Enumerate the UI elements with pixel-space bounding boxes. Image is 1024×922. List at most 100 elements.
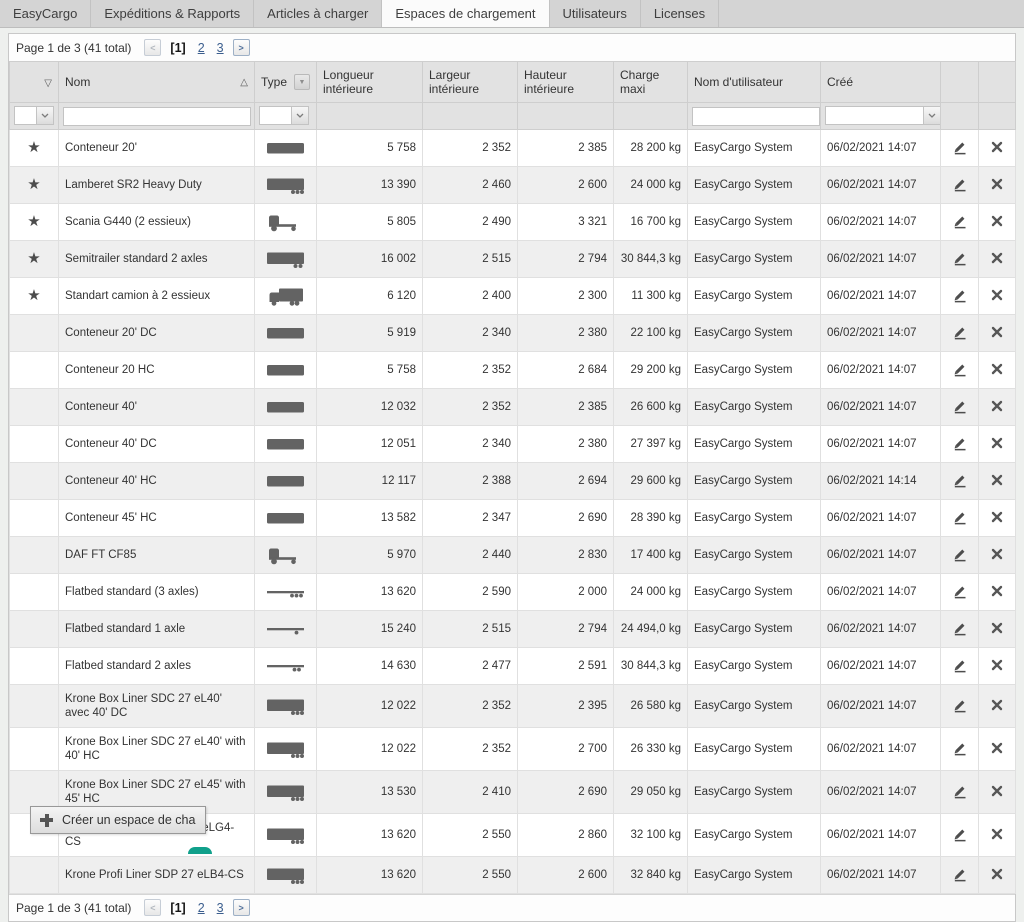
favorite-cell[interactable]	[10, 499, 59, 536]
page-link-2[interactable]: 2	[198, 901, 205, 915]
delete-row-button[interactable]	[987, 509, 1007, 525]
edit-row-button[interactable]	[948, 864, 972, 884]
delete-row-button[interactable]	[987, 287, 1007, 303]
column-header-length[interactable]: Longueur intérieure	[317, 62, 423, 103]
name-filter-input[interactable]	[63, 107, 251, 126]
favorite-cell[interactable]	[10, 610, 59, 647]
tab-easycargo[interactable]: EasyCargo	[0, 0, 91, 27]
edit-row-button[interactable]	[948, 618, 972, 638]
favorites-filter-combo[interactable]	[14, 106, 54, 125]
favorite-cell[interactable]	[10, 351, 59, 388]
favorite-cell[interactable]	[10, 573, 59, 610]
favorite-cell[interactable]	[10, 425, 59, 462]
edit-row-button[interactable]	[948, 359, 972, 379]
edit-row-button[interactable]	[948, 322, 972, 342]
tab-espaces-de-chargement[interactable]: Espaces de chargement	[382, 0, 549, 27]
edit-row-button[interactable]	[948, 581, 972, 601]
height-cell: 2 684	[518, 351, 614, 388]
delete-row-button[interactable]	[987, 657, 1007, 673]
edit-row-button[interactable]	[948, 470, 972, 490]
favorite-cell[interactable]	[10, 314, 59, 351]
favorites-column-header[interactable]: ▽	[10, 62, 59, 103]
page-link-2[interactable]: 2	[198, 41, 205, 55]
edit-row-button[interactable]	[948, 285, 972, 305]
edit-row-button[interactable]	[948, 396, 972, 416]
favorite-cell[interactable]: ★	[10, 203, 59, 240]
delete-row-button[interactable]	[987, 697, 1007, 713]
delete-row-button[interactable]	[987, 583, 1007, 599]
edit-row-button[interactable]	[948, 781, 972, 801]
delete-row-button[interactable]	[987, 324, 1007, 340]
delete-row-button[interactable]	[987, 435, 1007, 451]
favorite-cell[interactable]	[10, 536, 59, 573]
delete-row-button[interactable]	[987, 398, 1007, 414]
delete-row-button[interactable]	[987, 176, 1007, 192]
column-header-max-load[interactable]: Charge maxi	[614, 62, 688, 103]
page-link-3[interactable]: 3	[217, 901, 224, 915]
next-page-button[interactable]: >	[233, 39, 250, 56]
favorite-cell[interactable]: ★	[10, 129, 59, 166]
favorite-cell[interactable]	[10, 462, 59, 499]
delete-row-button[interactable]	[987, 472, 1007, 488]
delete-row-button[interactable]	[987, 213, 1007, 229]
next-page-button[interactable]: >	[233, 899, 250, 916]
edit-row-button[interactable]	[948, 211, 972, 231]
edit-row-button[interactable]	[948, 655, 972, 675]
edit-row-button[interactable]	[948, 695, 972, 715]
max-load-cell: 29 600 kg	[614, 462, 688, 499]
delete-row-button[interactable]	[987, 620, 1007, 636]
column-header-type[interactable]: Type ▼	[255, 62, 317, 103]
column-header-width[interactable]: Largeur intérieure	[423, 62, 518, 103]
type-filter-combo[interactable]	[259, 106, 309, 125]
favorite-cell[interactable]	[10, 647, 59, 684]
create-loading-space-button[interactable]: Créer un espace de chargement	[30, 806, 206, 834]
favorite-cell[interactable]	[10, 388, 59, 425]
page-link-3[interactable]: 3	[217, 41, 224, 55]
prev-page-button[interactable]: <	[144, 899, 161, 916]
delete-row-button[interactable]	[987, 783, 1007, 799]
edit-row-button[interactable]	[948, 248, 972, 268]
delete-row-button[interactable]	[987, 866, 1007, 882]
favorite-cell[interactable]: ★	[10, 166, 59, 203]
main-tabbar: EasyCargo Expéditions & Rapports Article…	[0, 0, 1024, 28]
delete-row-button[interactable]	[987, 740, 1007, 756]
type-icon-trailer-3	[255, 856, 317, 893]
favorite-cell[interactable]	[10, 684, 59, 727]
tab-utilisateurs[interactable]: Utilisateurs	[550, 0, 641, 27]
chevron-down-icon[interactable]	[923, 107, 940, 124]
delete-row-button[interactable]	[987, 546, 1007, 562]
chevron-down-icon[interactable]	[291, 107, 308, 124]
favorite-cell[interactable]	[10, 856, 59, 893]
edit-row-button[interactable]	[948, 137, 972, 157]
column-header-created[interactable]: Créé	[821, 62, 941, 103]
prev-page-button[interactable]: <	[144, 39, 161, 56]
type-header-dropdown-button[interactable]: ▼	[294, 74, 310, 90]
column-header-user[interactable]: Nom d'utilisateur	[688, 62, 821, 103]
width-cell: 2 490	[423, 203, 518, 240]
type-icon-trailer-3	[255, 166, 317, 203]
delete-row-button[interactable]	[987, 361, 1007, 377]
tab-licenses[interactable]: Licenses	[641, 0, 719, 27]
tab-articles-a-charger[interactable]: Articles à charger	[254, 0, 382, 27]
edit-row-button[interactable]	[948, 507, 972, 527]
favorite-cell[interactable]	[10, 727, 59, 770]
favorite-cell[interactable]: ★	[10, 277, 59, 314]
height-cell: 2 385	[518, 129, 614, 166]
height-cell: 2 690	[518, 770, 614, 813]
chevron-down-icon[interactable]	[36, 107, 53, 124]
chevron-down-icon: ▼	[299, 79, 306, 86]
column-header-height[interactable]: Hauteur intérieure	[518, 62, 614, 103]
delete-row-button[interactable]	[987, 250, 1007, 266]
tab-expeditions-rapports[interactable]: Expéditions & Rapports	[91, 0, 254, 27]
edit-row-button[interactable]	[948, 824, 972, 844]
created-filter-combo[interactable]	[825, 106, 941, 125]
delete-row-button[interactable]	[987, 139, 1007, 155]
user-filter-input[interactable]	[692, 107, 820, 126]
edit-row-button[interactable]	[948, 738, 972, 758]
edit-row-button[interactable]	[948, 544, 972, 564]
delete-row-button[interactable]	[987, 826, 1007, 842]
favorite-cell[interactable]: ★	[10, 240, 59, 277]
edit-row-button[interactable]	[948, 174, 972, 194]
column-header-name[interactable]: Nom △	[59, 62, 255, 103]
edit-row-button[interactable]	[948, 433, 972, 453]
